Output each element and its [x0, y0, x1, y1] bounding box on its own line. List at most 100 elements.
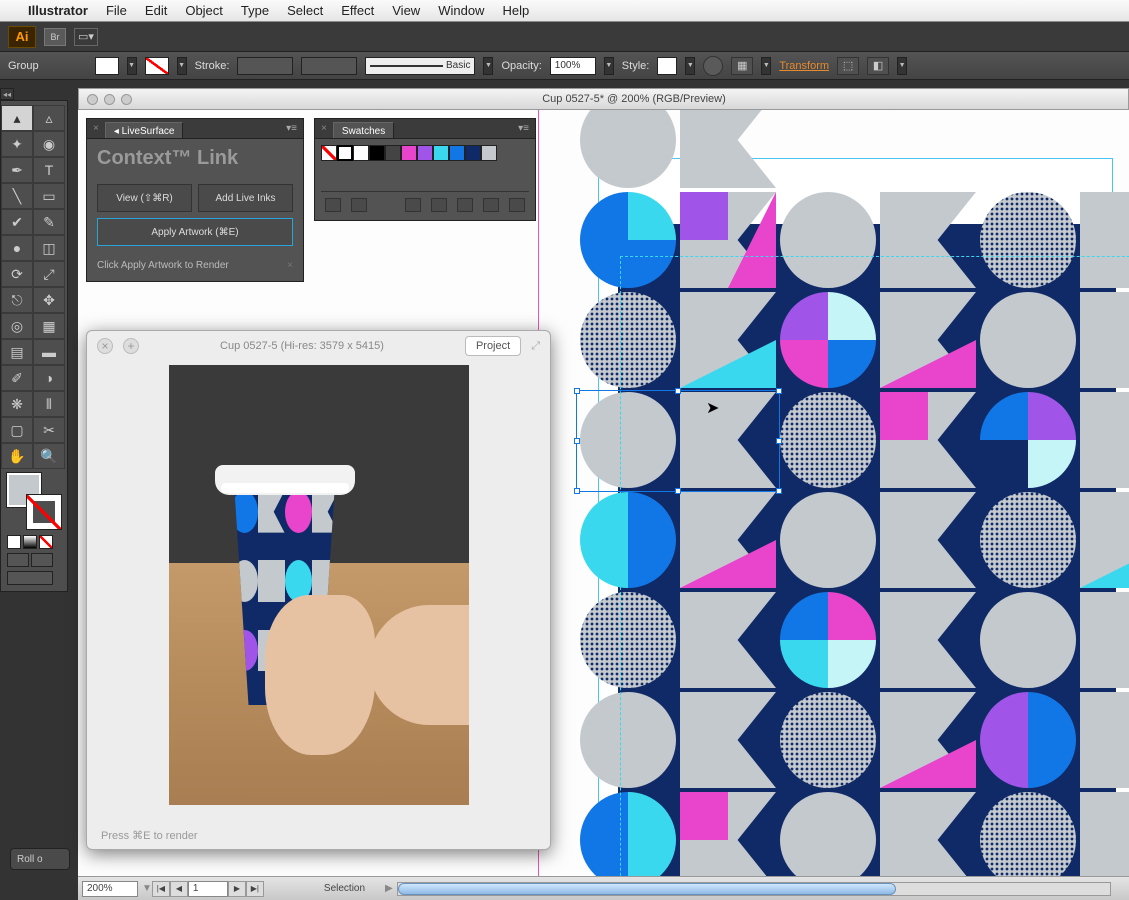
swatch[interactable]	[401, 145, 417, 161]
menu-effect[interactable]: Effect	[341, 3, 374, 18]
project-button[interactable]: Project	[465, 336, 521, 356]
lasso-tool[interactable]: ◉	[33, 131, 65, 157]
shape-builder-tool[interactable]: ◎	[1, 313, 33, 339]
panel-menu-icon[interactable]: ▾≡	[518, 123, 529, 134]
swatch-registration[interactable]	[337, 145, 353, 161]
add-live-inks-button[interactable]: Add Live Inks	[198, 184, 293, 212]
swatch[interactable]	[417, 145, 433, 161]
folder-button[interactable]	[483, 198, 499, 212]
screen-mode-button[interactable]	[7, 571, 53, 585]
menu-type[interactable]: Type	[241, 3, 269, 18]
artboard-number-input[interactable]: 1	[188, 881, 228, 897]
graph-tool[interactable]: ⫴	[33, 391, 65, 417]
first-artboard-button[interactable]: |◀	[152, 881, 170, 897]
magic-wand-tool[interactable]: ✦	[1, 131, 33, 157]
draw-behind-button[interactable]	[31, 553, 53, 567]
apply-artwork-button[interactable]: Apply Artwork (⌘E)	[97, 218, 293, 246]
next-artboard-button[interactable]: ▶	[228, 881, 246, 897]
zoom-input[interactable]: 200%	[82, 881, 138, 897]
color-mode-button[interactable]	[7, 535, 21, 549]
menu-object[interactable]: Object	[185, 3, 223, 18]
delete-swatch-button[interactable]	[509, 198, 525, 212]
livesurface-tab[interactable]: ◂ LiveSurface	[105, 122, 184, 138]
tools-collapse-toggle[interactable]: ◂◂	[0, 88, 14, 100]
window-traffic-lights[interactable]	[79, 94, 140, 105]
edit-clip-button[interactable]: ◧	[867, 57, 889, 75]
hand-tool[interactable]: ✋	[1, 443, 33, 469]
brush-dropdown-caret[interactable]: ▼	[483, 57, 493, 75]
selection-bounding-box[interactable]	[576, 390, 780, 492]
swatch[interactable]	[481, 145, 497, 161]
slice-tool[interactable]: ✂	[33, 417, 65, 443]
artboard-tool[interactable]: ▢	[1, 417, 33, 443]
menu-select[interactable]: Select	[287, 3, 323, 18]
symbol-sprayer-tool[interactable]: ❋	[1, 391, 33, 417]
swatch[interactable]	[353, 145, 369, 161]
new-color-group-button[interactable]	[431, 198, 447, 212]
isolate-button[interactable]: ⬚	[837, 57, 859, 75]
swatch-none[interactable]	[321, 145, 337, 161]
blend-tool[interactable]: ◑	[33, 365, 65, 391]
rotate-tool[interactable]: ⟳	[1, 261, 33, 287]
prev-artboard-button[interactable]: ◀	[170, 881, 188, 897]
pen-tool[interactable]: ✒	[1, 157, 33, 183]
minimize-window-icon[interactable]	[104, 94, 115, 105]
panel-close-icon[interactable]: ×	[93, 123, 99, 134]
paintbrush-tool[interactable]: ✔	[1, 209, 33, 235]
menu-view[interactable]: View	[392, 3, 420, 18]
perspective-tool[interactable]: ▦	[33, 313, 65, 339]
style-dropdown[interactable]: ▼	[685, 57, 695, 75]
zoom-tool[interactable]: 🔍	[33, 443, 65, 469]
last-artboard-button[interactable]: ▶|	[246, 881, 264, 897]
mesh-tool[interactable]: ▤	[1, 339, 33, 365]
stroke-weight-input[interactable]	[237, 57, 293, 75]
opacity-dropdown[interactable]: ▼	[604, 57, 614, 75]
workspace-layout-button[interactable]: ▭▾	[74, 28, 98, 46]
eraser-tool[interactable]: ◫	[33, 235, 65, 261]
rectangle-tool[interactable]: ▭	[33, 183, 65, 209]
swatch-kind-button[interactable]	[351, 198, 367, 212]
stroke-swatch[interactable]	[145, 57, 169, 75]
expand-icon[interactable]: ⤢	[531, 340, 540, 353]
close-window-icon[interactable]	[87, 94, 98, 105]
horizontal-scrollbar[interactable]	[397, 882, 1111, 896]
gradient-mode-button[interactable]	[23, 535, 37, 549]
bridge-icon[interactable]: Br	[44, 28, 66, 46]
fill-stroke-control[interactable]	[7, 473, 61, 529]
align-button[interactable]: ▦	[731, 57, 753, 75]
gradient-tool[interactable]: ▬	[33, 339, 65, 365]
bottom-drawer-tab[interactable]: Roll o	[10, 848, 70, 870]
scale-tool[interactable]: ⤢	[33, 261, 65, 287]
hint-close-icon[interactable]: ×	[287, 260, 293, 271]
panel-menu-icon[interactable]: ▾≡	[286, 123, 297, 134]
line-tool[interactable]: ╲	[1, 183, 33, 209]
preview-add-icon[interactable]: +	[123, 338, 139, 354]
eyedropper-tool[interactable]: ✐	[1, 365, 33, 391]
swatch-options-button[interactable]	[405, 198, 421, 212]
preview-close-icon[interactable]: ×	[97, 338, 113, 354]
graphic-style-swatch[interactable]	[657, 57, 677, 75]
transform-dropdown[interactable]: ▼	[897, 57, 907, 75]
none-mode-button[interactable]	[39, 535, 53, 549]
draw-normal-button[interactable]	[7, 553, 29, 567]
swatch[interactable]	[465, 145, 481, 161]
direct-selection-tool[interactable]: ▵	[33, 105, 65, 131]
menu-window[interactable]: Window	[438, 3, 484, 18]
transform-link[interactable]: Transform	[779, 60, 829, 72]
selection-tool[interactable]: ▴	[1, 105, 33, 131]
pencil-tool[interactable]: ✎	[33, 209, 65, 235]
type-tool[interactable]: T	[33, 157, 65, 183]
stroke-color-swatch[interactable]	[27, 495, 61, 529]
align-dropdown[interactable]: ▼	[761, 57, 771, 75]
menu-edit[interactable]: Edit	[145, 3, 167, 18]
view-button[interactable]: View (⇧⌘R)	[97, 184, 192, 212]
panel-close-icon[interactable]: ×	[321, 123, 327, 134]
menu-file[interactable]: File	[106, 3, 127, 18]
opacity-input[interactable]: 100%	[550, 57, 596, 75]
menu-help[interactable]: Help	[502, 3, 529, 18]
swatch[interactable]	[385, 145, 401, 161]
swatches-tab[interactable]: Swatches	[333, 122, 394, 138]
swatch[interactable]	[449, 145, 465, 161]
width-tool[interactable]: ⎋	[1, 287, 33, 313]
recolor-artwork-button[interactable]	[703, 56, 723, 76]
